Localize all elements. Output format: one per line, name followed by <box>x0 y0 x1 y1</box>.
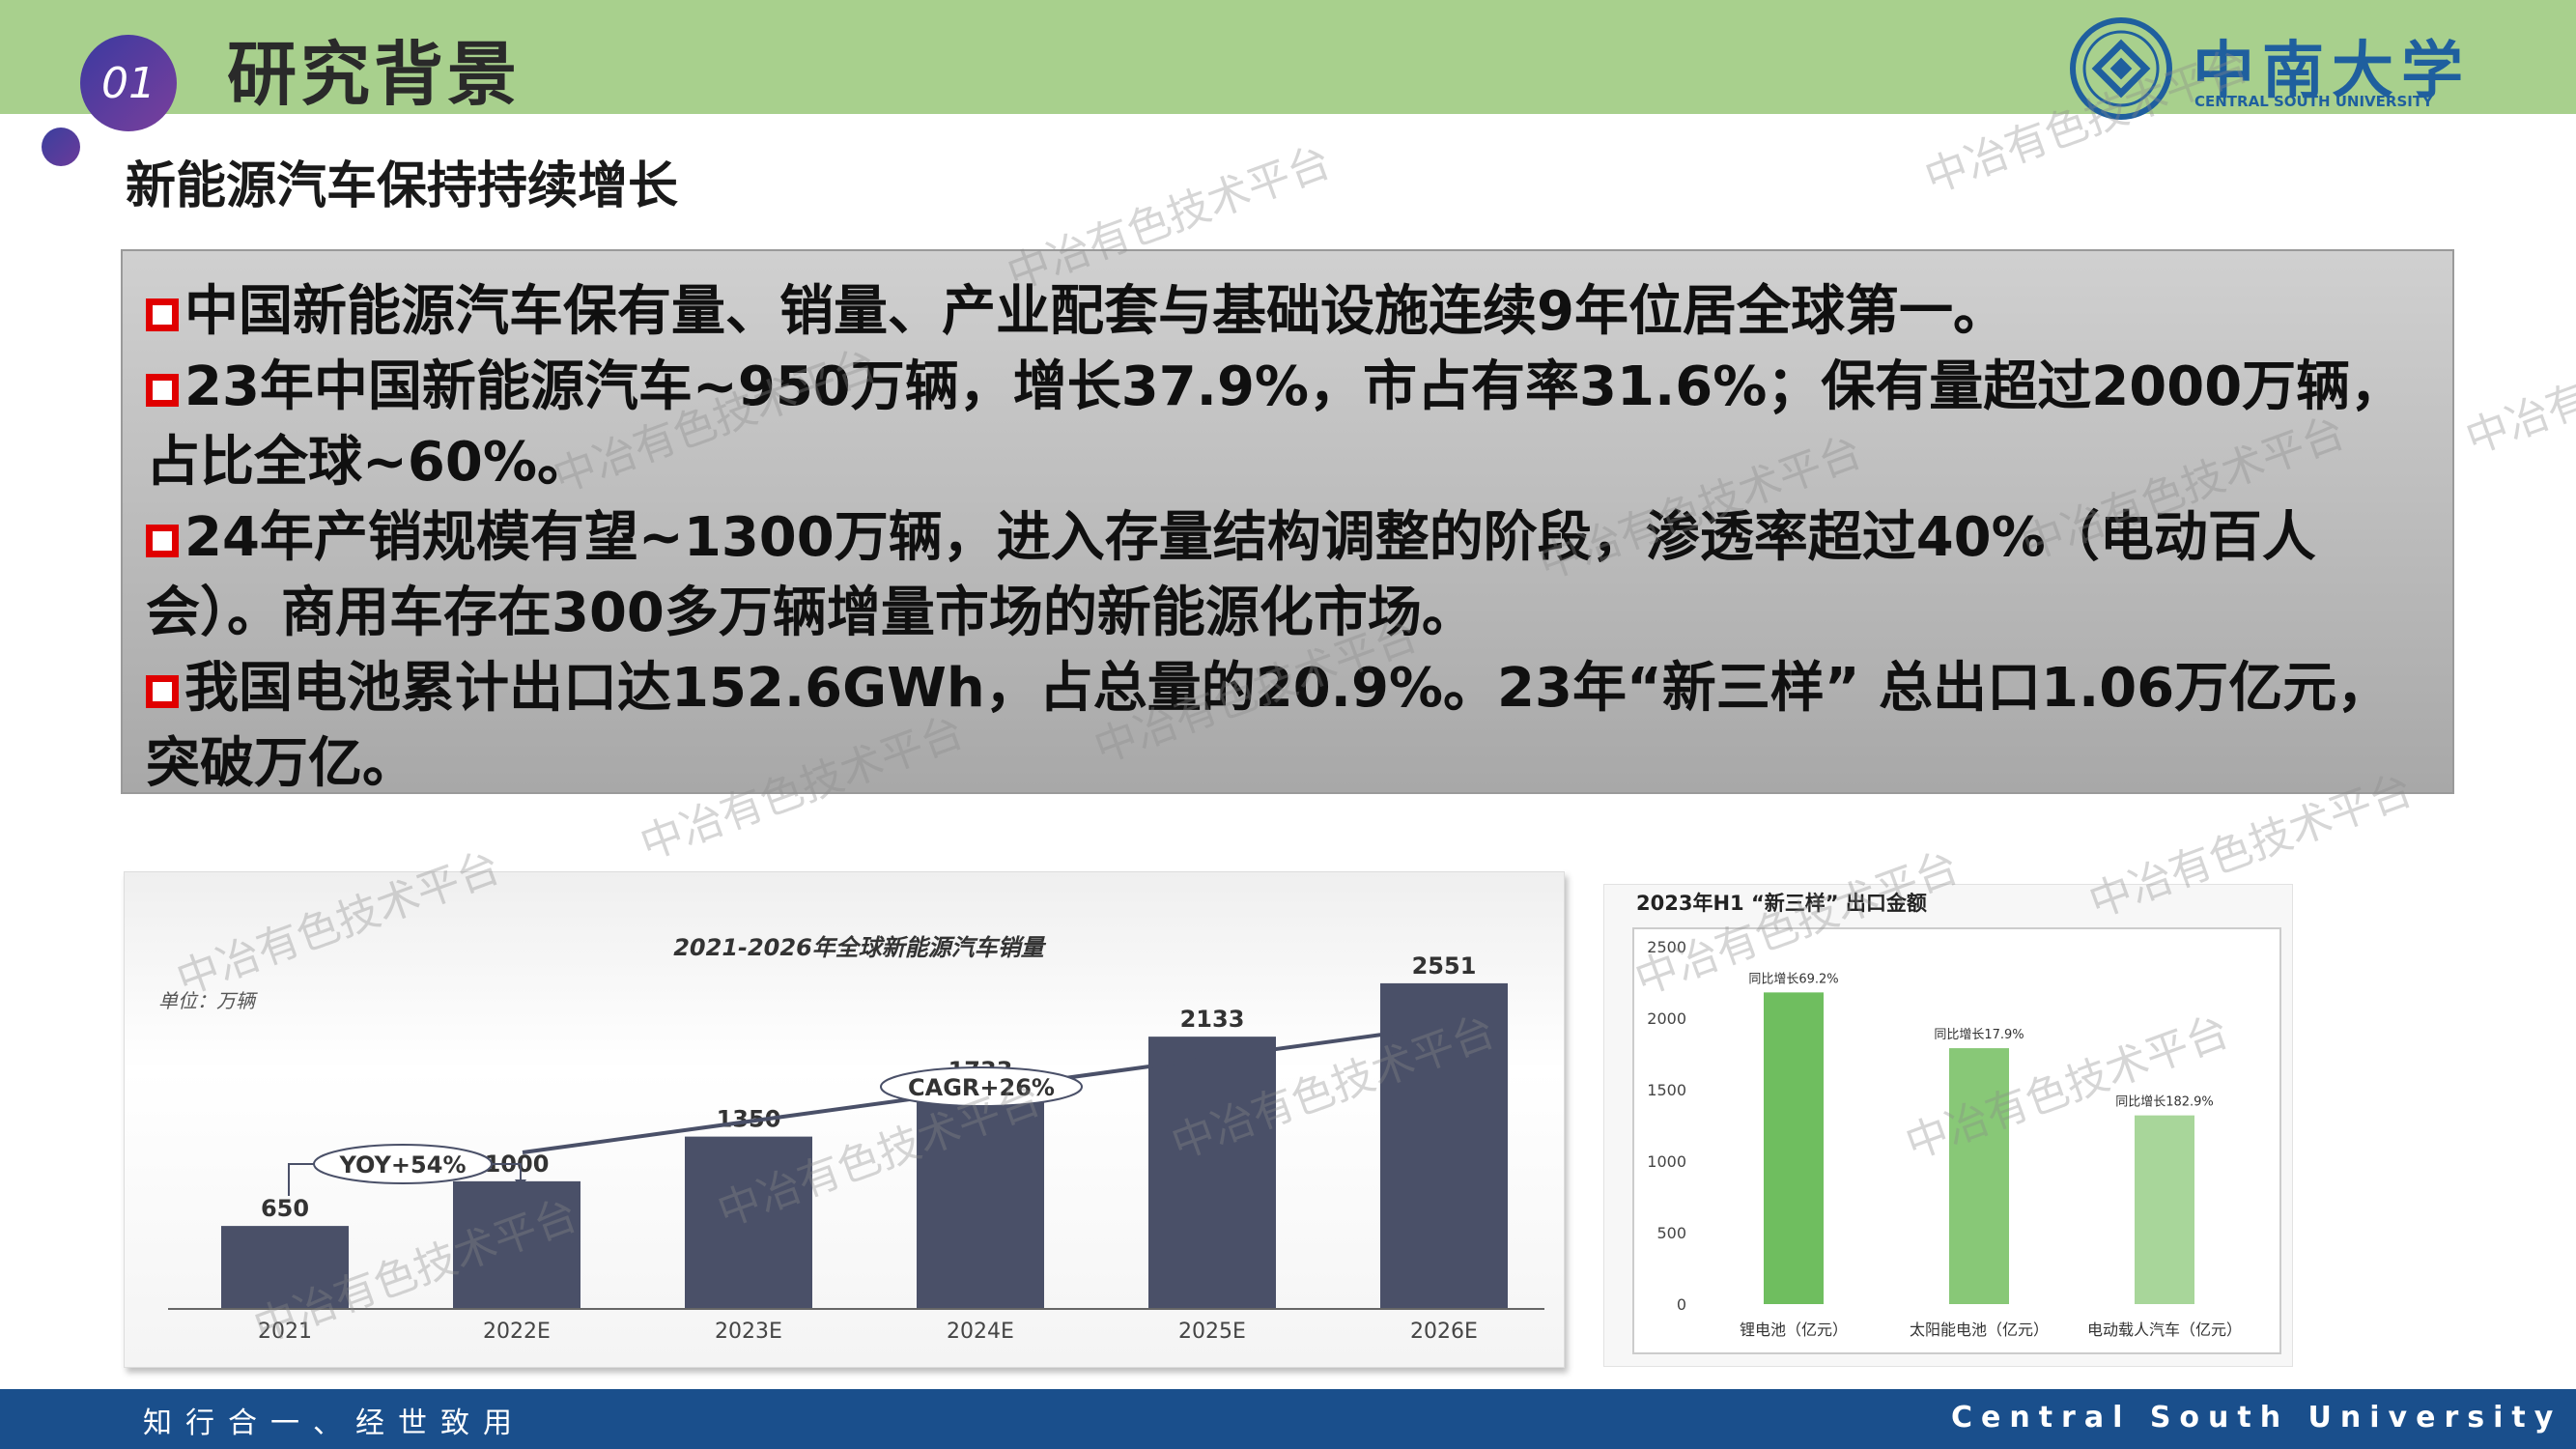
y-tick-label: 0 <box>1677 1295 1686 1314</box>
chart-title: 2021-2026年全球新能源汽车销量 <box>673 934 1047 961</box>
watermark-text: 中冶有色技术平台 <box>2459 301 2576 464</box>
data-label: 同比增长182.9% <box>2115 1095 2214 1110</box>
bullet-item: 我国电池累计出口达152.6GWh，占总量的20.9%。23年“新三样” 总出口… <box>146 651 2423 802</box>
footer-university: Central South University <box>1951 1401 2562 1435</box>
x-tick-label: 电动载人汽车（亿元） <box>2087 1321 2242 1339</box>
data-label: 2551 <box>1412 952 1477 980</box>
logo-subtext: CENTRAL SOUTH UNIVERSITY <box>2194 93 2433 110</box>
yoy-label: YOY+54% <box>338 1151 466 1179</box>
new-three-exports-chart-panel: 2023年H1 “新三样” 出口金额 0 500 1000 1500 2000 2500 … <box>1603 884 2293 1367</box>
data-label: 同比增长69.2% <box>1748 972 1838 986</box>
bullet-text: 我国电池累计出口达152.6GWh，占总量的20.9%。23年“新三样” 总出口… <box>146 657 2392 795</box>
data-label: 2133 <box>1180 1006 1245 1033</box>
footer-motto: 知行合一、经世致用 <box>143 1406 525 1440</box>
x-tick-label: 2026E <box>1410 1320 1478 1344</box>
bullet-item: 中国新能源汽车保有量、销量、产业配套与基础设施连续9年位居全球第一。 <box>146 274 2423 350</box>
x-tick-label: 锂电池（亿元） <box>1740 1321 1848 1339</box>
page-title: 研究背景 <box>227 34 522 115</box>
cagr-label: CAGR+26% <box>908 1074 1055 1101</box>
checkbox-icon <box>146 374 179 407</box>
bar <box>685 1136 812 1309</box>
new-three-exports-chart: 2023年H1 “新三样” 出口金额 05001000150020002500 … <box>1632 892 2281 1354</box>
bullet-item: 24年产销规模有望~1300万辆，进入存量结构调整的阶段，渗透率超过40%（电动… <box>146 500 2423 651</box>
bar <box>2135 1115 2194 1304</box>
x-tick-label: 2024E <box>947 1320 1014 1344</box>
x-tick-label: 2021 <box>258 1320 312 1344</box>
section-number-badge: 01 <box>80 35 177 131</box>
y-tick-label: 2500 <box>1647 938 1686 956</box>
checkbox-icon <box>146 298 179 331</box>
x-tick-label: 2025E <box>1178 1320 1246 1344</box>
chart-title: 2023年H1 “新三样” 出口金额 <box>1636 892 1927 915</box>
global-ev-sales-chart: 2021-2026年全球新能源汽车销量 单位：万辆 65020211000202… <box>158 934 1544 1344</box>
x-tick-label: 2022E <box>483 1320 551 1344</box>
x-tick-label: 2023E <box>715 1320 782 1344</box>
y-tick-label: 2000 <box>1647 1009 1686 1028</box>
checkbox-icon <box>146 675 179 708</box>
bar <box>1764 992 1824 1304</box>
global-ev-sales-chart-panel: 2021-2026年全球新能源汽车销量 单位：万辆 650 2021 1000 202… <box>124 871 1565 1368</box>
decor-dot <box>42 128 80 166</box>
bar <box>917 1087 1044 1309</box>
y-tick-label: 1500 <box>1647 1081 1686 1099</box>
y-tick-label: 1000 <box>1647 1152 1686 1171</box>
bar <box>1949 1048 2009 1304</box>
data-label: 650 <box>261 1195 309 1222</box>
bullet-text: 24年产销规模有望~1300万辆，进入存量结构调整的阶段，渗透率超过40%（电动… <box>146 506 2316 644</box>
section-subtitle: 新能源汽车保持持续增长 <box>126 157 679 215</box>
checkbox-icon <box>146 525 179 557</box>
x-tick-label: 太阳能电池（亿元） <box>1910 1321 2049 1339</box>
bar <box>1148 1037 1276 1309</box>
chart-unit-label: 单位：万辆 <box>158 989 258 1012</box>
bullets-panel: 中国新能源汽车保有量、销量、产业配套与基础设施连续9年位居全球第一。 23年中国… <box>121 249 2454 795</box>
bar <box>453 1180 580 1309</box>
data-label: 同比增长17.9% <box>1934 1028 2024 1042</box>
bar <box>221 1226 349 1309</box>
bullet-text: 23年中国新能源汽车~950万辆，增长37.9%，市占有率31.6%；保有量超过… <box>146 355 2405 494</box>
bullet-item: 23年中国新能源汽车~950万辆，增长37.9%，市占有率31.6%；保有量超过… <box>146 350 2423 500</box>
bullet-text: 中国新能源汽车保有量、销量、产业配套与基础设施连续9年位居全球第一。 <box>184 280 2007 343</box>
y-tick-label: 500 <box>1656 1224 1686 1242</box>
